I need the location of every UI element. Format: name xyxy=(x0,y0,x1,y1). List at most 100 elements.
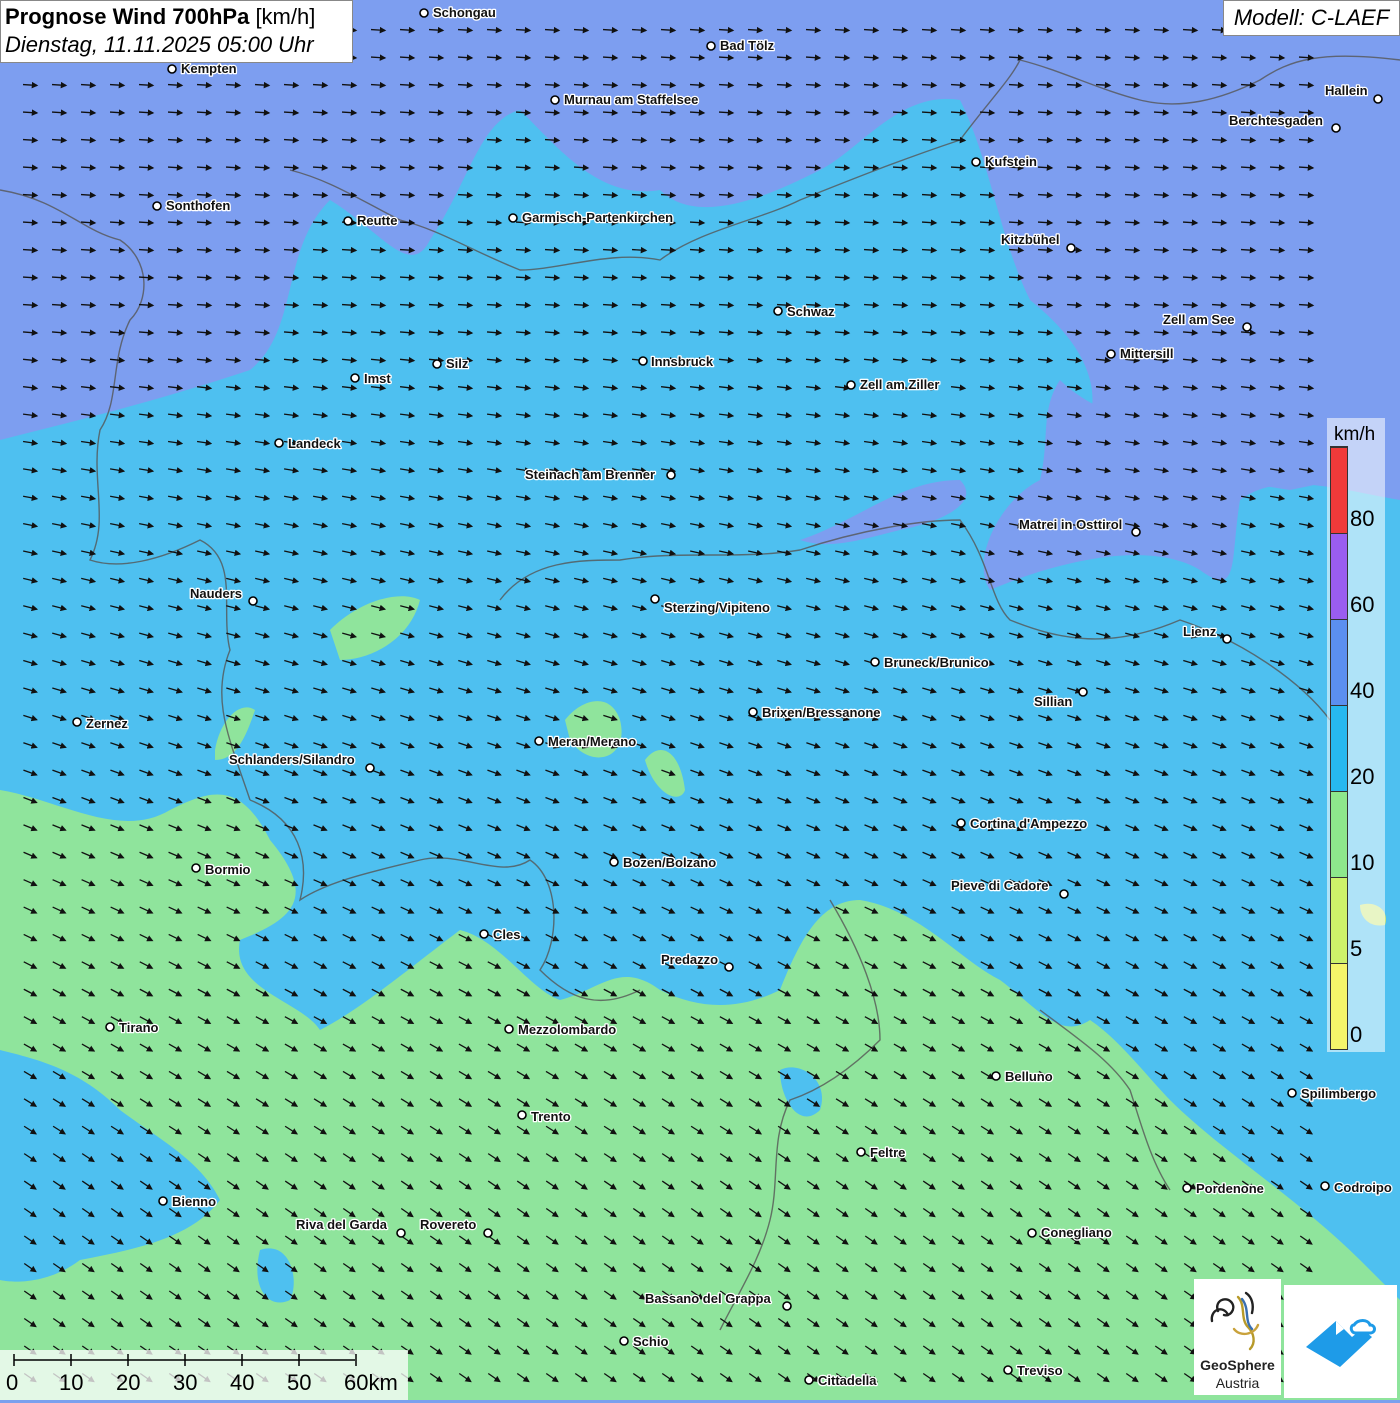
wind-arrow xyxy=(486,191,503,199)
wind-arrow xyxy=(718,191,735,199)
wind-arrow xyxy=(196,164,213,171)
city-dot xyxy=(1373,94,1383,104)
wind-arrow xyxy=(1037,219,1054,226)
wind-arrow xyxy=(892,274,909,281)
wind-arrow xyxy=(573,301,590,309)
city-marker[interactable]: Bruneck/Brunico xyxy=(870,654,990,671)
wind-arrow xyxy=(515,26,532,34)
wind-arrow xyxy=(109,191,126,199)
wind-arrow xyxy=(689,164,706,171)
wind-arrow xyxy=(573,191,590,199)
city-dot xyxy=(1003,1365,1013,1375)
wind-arrow xyxy=(341,109,358,116)
wind-arrow xyxy=(428,219,445,226)
wind-arrow xyxy=(747,274,764,281)
wind-arrow xyxy=(225,274,242,281)
wind-arrow xyxy=(950,301,967,309)
wind-arrow xyxy=(341,246,358,254)
wind-arrow xyxy=(254,246,271,254)
city-dot xyxy=(782,1301,792,1311)
wind-arrow xyxy=(921,219,938,226)
wind-arrow xyxy=(747,54,764,61)
wind-arrow xyxy=(486,54,503,61)
city-name: Brixen/Bressanone xyxy=(762,705,881,720)
city-dot xyxy=(550,95,560,105)
city-marker[interactable]: Innsbruck xyxy=(638,353,715,370)
wind-arrow xyxy=(573,81,590,89)
city-name: Trento xyxy=(531,1109,571,1124)
wind-arrow xyxy=(718,109,735,116)
wind-arrow xyxy=(1066,164,1083,171)
city-dot xyxy=(350,373,360,383)
wind-arrow xyxy=(515,109,532,116)
wind-arrow xyxy=(312,191,329,199)
city-name: Silz xyxy=(446,356,469,371)
wind-arrow xyxy=(747,136,764,144)
wind-arrow xyxy=(834,219,851,226)
wind-arrow xyxy=(1298,136,1315,144)
city-marker[interactable]: Brixen/Bressanone xyxy=(748,704,882,721)
wind-map[interactable]: Schongau Bad Tölz Kempten Murnau am Staffel… xyxy=(0,0,1400,1400)
city-marker[interactable]: Meran/Merano xyxy=(534,733,637,750)
wind-arrow xyxy=(341,164,358,171)
legend-colorbar xyxy=(1330,446,1348,1050)
wind-arrow xyxy=(138,136,155,144)
wind-arrow xyxy=(631,81,648,89)
wind-arrow xyxy=(602,191,619,199)
wind-arrow xyxy=(1008,301,1025,309)
wind-arrow xyxy=(486,274,503,281)
wind-arrow xyxy=(689,109,706,116)
wind-arrow xyxy=(921,54,938,61)
city-marker[interactable]: Bozen/Bolzano xyxy=(609,854,718,871)
city-marker[interactable]: Garmisch-Partenkirchen xyxy=(508,209,674,226)
city-marker[interactable]: Spilimbergo xyxy=(1287,1085,1377,1102)
city-dot xyxy=(508,213,518,223)
wind-arrow xyxy=(341,191,358,199)
wind-arrow xyxy=(138,301,155,309)
wind-arrow xyxy=(80,164,97,171)
wind-arrow xyxy=(1269,274,1286,281)
city-marker[interactable]: Pordenone xyxy=(1182,1180,1265,1197)
wind-arrow xyxy=(544,136,561,144)
wind-arrow xyxy=(834,54,851,61)
wind-arrow xyxy=(602,136,619,144)
city-marker[interactable]: Conegliano xyxy=(1027,1224,1113,1241)
city-marker[interactable]: Cortina d'Ampezzo xyxy=(956,815,1089,832)
wind-arrow xyxy=(1269,164,1286,171)
wind-arrow xyxy=(776,164,793,171)
city-dot xyxy=(1320,1181,1330,1191)
wind-arrow xyxy=(718,164,735,171)
wind-arrow xyxy=(689,26,706,34)
city-marker[interactable]: Steinach am Brenner xyxy=(524,466,676,483)
wind-arrow xyxy=(138,81,155,89)
wind-arrow xyxy=(312,246,329,254)
wind-arrow xyxy=(602,246,619,254)
wind-arrow xyxy=(1211,54,1228,61)
wind-arrow xyxy=(660,191,677,199)
city-marker[interactable]: Mezzolombardo xyxy=(504,1021,618,1038)
wind-arrow xyxy=(1124,81,1141,89)
city-dot xyxy=(248,596,258,606)
city-name: Pieve di Cadore xyxy=(951,878,1049,893)
geosphere-logo[interactable]: GeoSphere Austria xyxy=(1194,1279,1281,1395)
legend-unit: km/h xyxy=(1334,424,1376,445)
city-dot xyxy=(396,1228,406,1238)
wind-arrow xyxy=(1124,301,1141,309)
city-name: Sillian xyxy=(1034,694,1072,709)
wind-arrow xyxy=(747,219,764,226)
wind-arrow xyxy=(1095,301,1112,309)
wind-arrow xyxy=(1153,109,1170,116)
wind-arrow xyxy=(1182,246,1199,254)
wind-arrow xyxy=(51,274,68,281)
wind-arrow xyxy=(80,81,97,89)
app-logo[interactable] xyxy=(1284,1285,1397,1398)
city-marker[interactable]: Zell am Ziller xyxy=(846,376,941,393)
wind-arrow xyxy=(283,219,300,226)
wind-arrow xyxy=(312,81,329,89)
city-marker[interactable]: Murnau am Staffelsee xyxy=(550,91,700,108)
wind-arrow xyxy=(428,274,445,281)
wind-arrow xyxy=(283,246,300,254)
wind-arrow xyxy=(979,54,996,61)
city-dot xyxy=(991,1071,1001,1081)
city-name: Rovereto xyxy=(420,1217,476,1232)
